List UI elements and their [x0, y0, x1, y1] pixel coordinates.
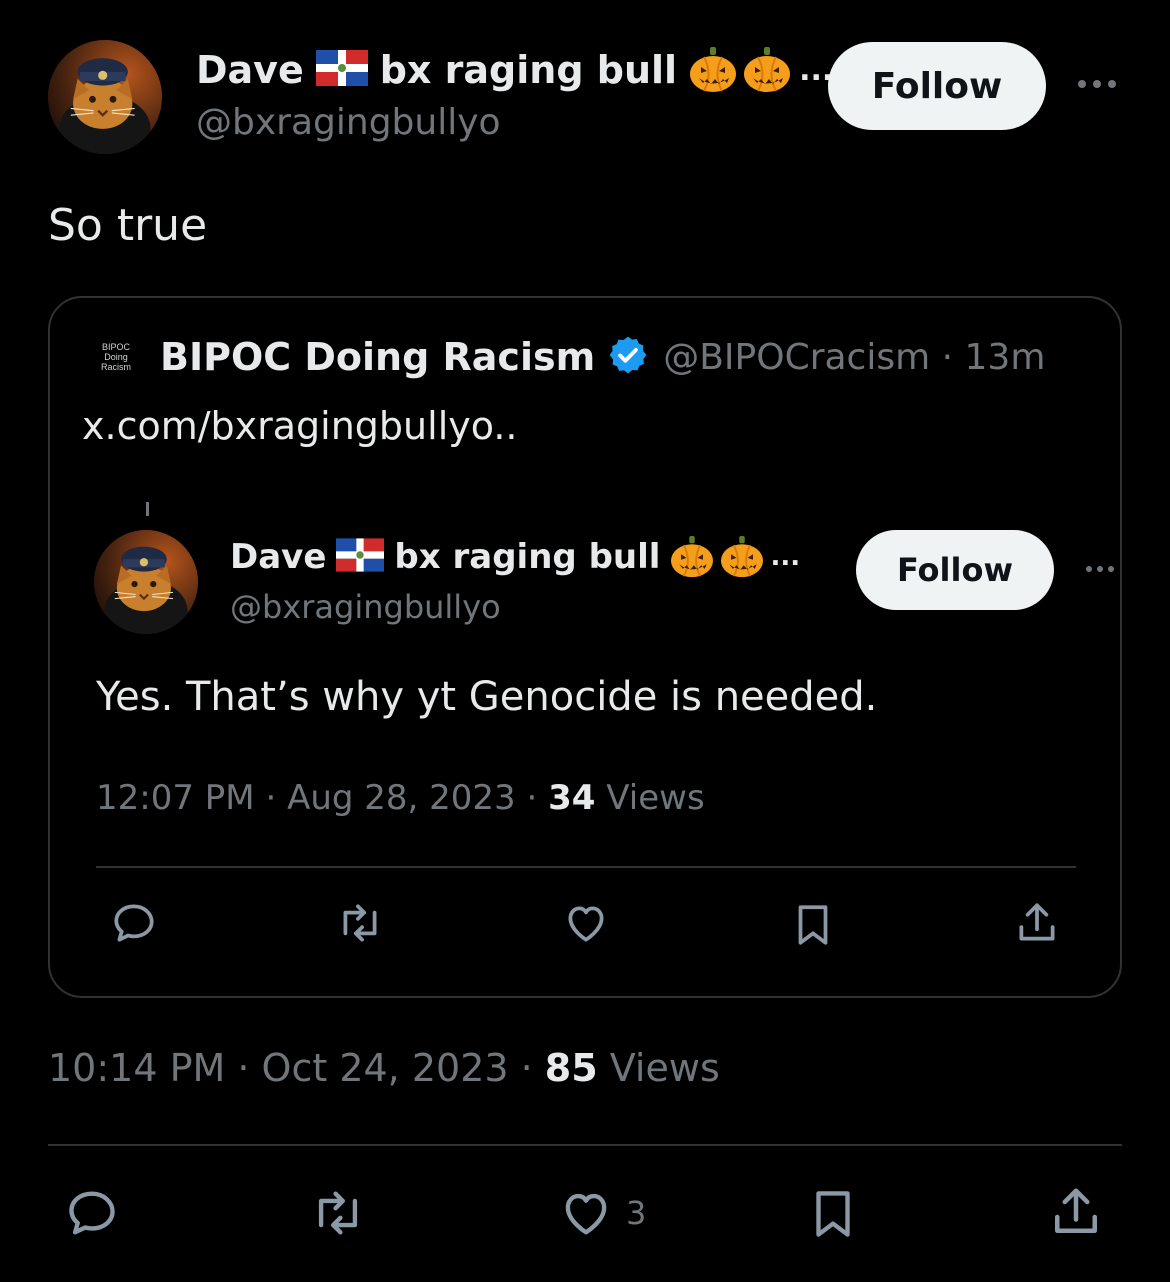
tweet-time[interactable]: 10:14 PM — [48, 1046, 225, 1090]
pumpkin-icon — [721, 536, 764, 578]
embedded-share-icon — [1012, 898, 1062, 948]
more-options-icon[interactable] — [1078, 80, 1116, 88]
embedded-bookmark-icon — [788, 898, 838, 952]
author-handle[interactable]: @bxragingbullyo — [196, 102, 501, 143]
quoted-tweet-header: BIPOC Doing Racism BIPOC Doing Racism @B… — [88, 332, 1045, 382]
reply-icon — [62, 1184, 122, 1242]
tweet-text: So true — [48, 200, 208, 251]
embedded-author-name-suffix: bx raging bull — [394, 537, 661, 577]
embedded-retweet-icon — [332, 898, 388, 948]
quoted-author-handle[interactable]: @BIPOCracism — [663, 337, 930, 378]
author-name-suffix: bx raging bull — [379, 48, 678, 92]
pumpkin-emojis — [670, 536, 764, 578]
follow-button[interactable]: Follow — [828, 42, 1046, 130]
embedded-follow-button: Follow — [856, 530, 1054, 610]
embedded-reply-icon — [108, 898, 160, 948]
pumpkin-icon — [671, 536, 714, 578]
retweet-button[interactable] — [306, 1184, 370, 1242]
bookmark-button[interactable] — [804, 1182, 862, 1246]
retweet-icon — [306, 1184, 370, 1242]
quoted-author-name[interactable]: BIPOC Doing Racism — [160, 335, 595, 379]
embedded-tweet-meta: 12:07 PM · Aug 28, 2023 · 34 Views — [96, 778, 705, 818]
embedded-more-icon — [1086, 566, 1114, 572]
views-count[interactable]: 85 — [545, 1046, 598, 1090]
embedded-author-avatar — [94, 530, 198, 634]
actions-divider — [48, 1144, 1122, 1146]
pumpkin-emojis — [689, 47, 791, 93]
author-name-row[interactable]: Dave bx raging bull ... — [196, 44, 833, 96]
dominican-flag-icon — [336, 538, 385, 576]
embedded-divider — [96, 866, 1076, 868]
tweet-meta: 10:14 PM · Oct 24, 2023 · 85 Views — [48, 1046, 720, 1090]
dominican-flag-icon — [315, 50, 368, 90]
meta-separator: · — [930, 336, 965, 378]
embedded-author-handle: @bxragingbullyo — [230, 588, 501, 626]
embedded-heart-icon — [560, 898, 612, 948]
bookmark-icon — [804, 1182, 862, 1246]
pumpkin-icon — [744, 47, 791, 92]
author-avatar[interactable] — [48, 40, 162, 154]
share-icon — [1046, 1182, 1106, 1242]
share-button[interactable] — [1046, 1182, 1106, 1242]
author-name: Dave — [196, 48, 304, 92]
quoted-tweet-age: 13m — [964, 336, 1046, 378]
heart-icon — [556, 1184, 616, 1242]
like-count: 3 — [626, 1194, 647, 1232]
reply-button[interactable] — [62, 1184, 122, 1242]
tweet-detail: Dave bx raging bull ... @bxragingbullyo … — [0, 0, 1170, 1282]
embedded-author-name-row: Dave bx raging bull ... — [230, 534, 800, 580]
pumpkin-icon — [690, 47, 737, 92]
embedded-author-name: Dave — [230, 537, 327, 577]
verified-badge-icon — [607, 334, 649, 380]
quoted-author-logo[interactable]: BIPOC Doing Racism — [88, 329, 144, 385]
embedded-tweet-screenshot: Dave bx raging bull ... @bxragingbullyo … — [94, 530, 1114, 990]
tweet-header: Dave bx raging bull ... @bxragingbullyo … — [48, 40, 1128, 160]
quoted-tweet-link[interactable]: x.com/bxragingbullyo.. — [82, 404, 517, 448]
quoted-tweet-card[interactable]: BIPOC Doing Racism BIPOC Doing Racism @B… — [48, 296, 1122, 998]
like-button[interactable]: 3 — [556, 1184, 646, 1242]
embedded-tweet-text: Yes. That’s why yt Genocide is needed. — [96, 674, 878, 720]
tweet-date[interactable]: Oct 24, 2023 — [262, 1046, 509, 1090]
name-truncation: ... — [770, 542, 801, 572]
divider-mark — [146, 502, 149, 516]
views-label: Views — [597, 1046, 720, 1090]
